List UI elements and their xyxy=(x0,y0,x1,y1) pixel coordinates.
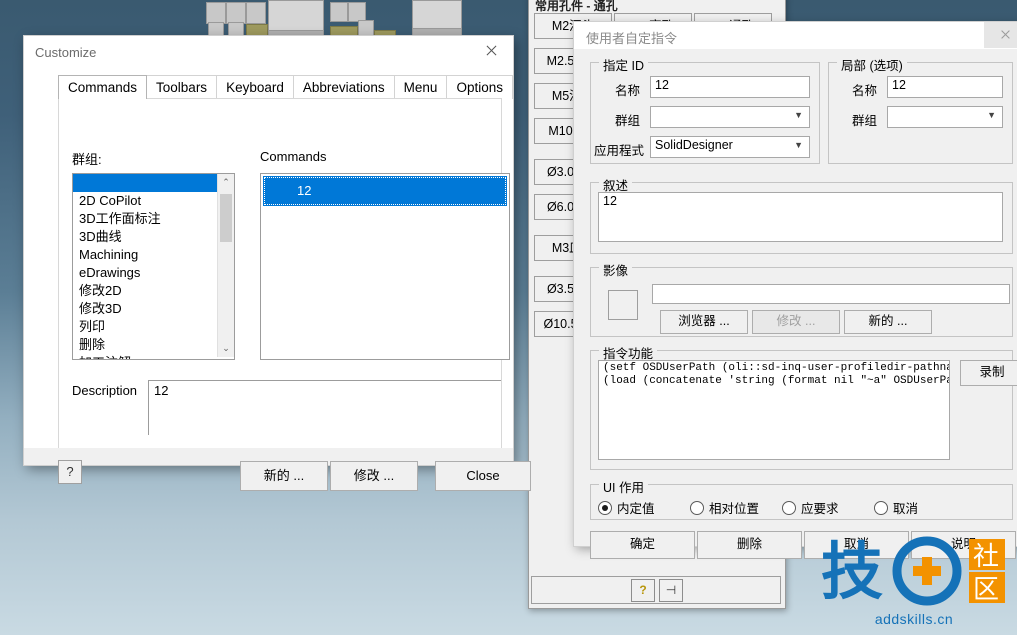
chevron-down-icon[interactable]: ⌄ xyxy=(218,340,234,357)
id-name-label: 名称 xyxy=(615,84,641,98)
ui-group-title: UI 作用 xyxy=(599,477,648,496)
ui-radio-label: 内定值 xyxy=(617,502,655,516)
chevron-down-icon: ▼ xyxy=(794,110,803,120)
browse-button[interactable]: 浏览器 ... xyxy=(660,310,748,334)
footer-button-1[interactable]: 删除 xyxy=(697,531,802,559)
model-part xyxy=(226,2,246,24)
palette-status-bar: ? ⊣ xyxy=(531,576,781,604)
ui-radio-label: 应要求 xyxy=(801,502,839,516)
ui-radio-3[interactable]: 取消 xyxy=(874,498,918,517)
tab-commands[interactable]: Commands xyxy=(58,75,148,99)
description-field[interactable]: 12 xyxy=(148,380,501,435)
local-name-label: 名称 xyxy=(852,84,878,98)
model-part xyxy=(348,2,366,22)
usercmd-title: 使用者自定指令 xyxy=(586,31,678,46)
local-name-input[interactable]: 12 xyxy=(887,76,1003,98)
image-preview-thumb xyxy=(608,290,638,320)
model-part xyxy=(206,2,226,24)
id-group-label: 群组 xyxy=(615,114,641,128)
tab-menu[interactable]: Menu xyxy=(393,75,448,99)
new-button[interactable]: 新的 ... xyxy=(240,461,328,491)
customize-title: Customize xyxy=(35,45,97,60)
list-item[interactable]: 12 xyxy=(263,176,507,206)
question-help-icon[interactable]: ? xyxy=(631,579,655,602)
tab-keyboard[interactable]: Keyboard xyxy=(216,75,294,99)
description-value: 12 xyxy=(154,383,169,398)
groups-listbox[interactable]: 2D CoPilot 3D工作面标注 3D曲线 Machining eDrawings 修… xyxy=(72,173,235,360)
id-app-combo[interactable]: SolidDesigner ▼ xyxy=(650,136,810,158)
ui-radio-label: 相对位置 xyxy=(709,502,760,516)
list-item[interactable]: 修改3D xyxy=(73,300,217,318)
list-item[interactable]: eDrawings xyxy=(73,264,217,282)
usercmd-titlebar: 使用者自定指令 xyxy=(574,22,1017,49)
customize-titlebar: Customize xyxy=(24,36,513,70)
scrollbar-thumb[interactable] xyxy=(220,194,232,242)
list-item[interactable] xyxy=(73,174,217,192)
id-group-combo[interactable]: ▼ xyxy=(650,106,810,128)
groups-scrollbar[interactable]: ⌃ ⌄ xyxy=(217,174,234,357)
description-label: Description xyxy=(72,383,138,398)
list-item[interactable]: 加工注解 xyxy=(73,354,217,359)
watermark-logo: 技 社 区 addskills.cn xyxy=(819,531,1009,627)
groups-listbox-items: 2D CoPilot 3D工作面标注 3D曲线 Machining eDrawings 修… xyxy=(73,174,217,359)
function-code-textarea[interactable]: (setf OSDUserPath (oli::sd-inq-user-prof… xyxy=(598,360,950,460)
tab-toolbars[interactable]: Toolbars xyxy=(146,75,218,99)
commands-listbox[interactable]: 12 xyxy=(260,173,510,360)
image-new-button[interactable]: 新的 ... xyxy=(844,310,932,334)
model-part xyxy=(330,2,348,22)
radio-dot-icon xyxy=(874,501,888,515)
radio-dot-icon xyxy=(598,501,612,515)
list-item[interactable]: 列印 xyxy=(73,318,217,336)
groups-label: 群组: xyxy=(72,152,102,167)
ui-radio-0[interactable]: 内定值 xyxy=(598,498,655,517)
radio-dot-icon xyxy=(782,501,796,515)
list-item[interactable]: Machining xyxy=(73,246,217,264)
model-part xyxy=(246,2,266,24)
list-item[interactable]: 修改2D xyxy=(73,282,217,300)
image-path-input[interactable] xyxy=(652,284,1010,304)
chevron-up-icon[interactable]: ⌃ xyxy=(218,174,234,191)
local-group-label: 群组 xyxy=(852,114,878,128)
user-command-dialog: 使用者自定指令 指定 ID 名称 12 群组 ▼ 应用程式 SolidDesig… xyxy=(574,22,1017,559)
list-item[interactable]: 3D工作面标注 xyxy=(73,210,217,228)
list-item[interactable]: 2D CoPilot xyxy=(73,192,217,210)
image-group-title: 影像 xyxy=(599,260,633,279)
tab-abbreviations[interactable]: Abbreviations xyxy=(292,75,395,99)
svg-text:技: 技 xyxy=(821,535,883,608)
image-modify-button: 修改 ... xyxy=(752,310,840,334)
close-icon[interactable] xyxy=(984,22,1017,48)
brand-logo-icon: 技 社 区 xyxy=(821,535,1005,608)
pin-icon[interactable]: ⊣ xyxy=(659,579,683,602)
close-icon[interactable] xyxy=(469,36,513,66)
svg-text:区: 区 xyxy=(973,575,999,605)
ui-radio-2[interactable]: 应要求 xyxy=(782,498,839,517)
id-group-title: 指定 ID xyxy=(599,55,648,74)
record-button[interactable]: 录制 xyxy=(960,360,1017,386)
list-item[interactable]: 3D曲线 xyxy=(73,228,217,246)
id-name-input[interactable]: 12 xyxy=(650,76,810,98)
customize-dialog: Customize Commands Toolbars Keyboard Abbrev… xyxy=(24,36,531,491)
svg-text:社: 社 xyxy=(973,542,999,572)
customize-tabstrip: Commands Toolbars Keyboard Abbreviations Men… xyxy=(58,74,513,99)
id-app-value: SolidDesigner xyxy=(655,138,733,152)
watermark-text: addskills.cn xyxy=(874,611,954,627)
ui-radio-1[interactable]: 相对位置 xyxy=(690,498,759,517)
modify-button[interactable]: 修改 ... xyxy=(330,461,418,491)
tab-options[interactable]: Options xyxy=(446,75,513,99)
chevron-down-icon: ▼ xyxy=(987,110,996,120)
question-help-icon[interactable]: ? xyxy=(58,460,82,484)
close-button[interactable]: Close xyxy=(435,461,531,491)
footer-button-0[interactable]: 确定 xyxy=(590,531,695,559)
local-group-title: 局部 (选项) xyxy=(837,55,907,74)
radio-dot-icon xyxy=(690,501,704,515)
chevron-down-icon: ▼ xyxy=(794,140,803,150)
usercmd-description-input[interactable]: 12 xyxy=(598,192,1003,242)
list-item[interactable]: 删除 xyxy=(73,336,217,354)
local-group-combo[interactable]: ▼ xyxy=(887,106,1003,128)
ui-radio-label: 取消 xyxy=(893,502,919,516)
commands-label: Commands xyxy=(260,149,327,164)
id-app-label: 应用程式 xyxy=(594,144,645,158)
